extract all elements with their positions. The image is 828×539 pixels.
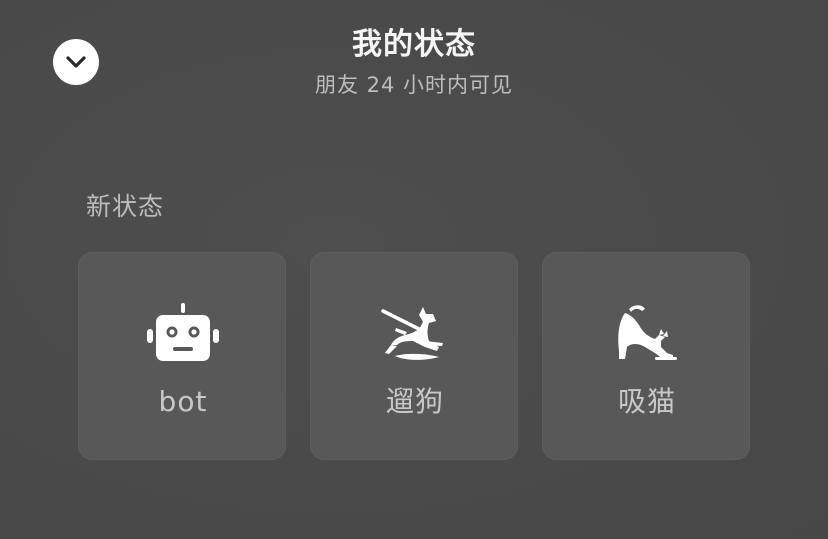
dog-walking-icon: [311, 301, 519, 365]
cat-stretch-icon: [543, 301, 751, 365]
status-screen: 我的状态 朋友 24 小时内可见 新状态 bot 遛狗 吸猫: [0, 0, 828, 539]
status-card-walk-dog[interactable]: 遛狗: [310, 252, 518, 460]
status-card-list: bot 遛狗 吸猫: [78, 252, 750, 460]
status-card-label: 吸猫: [617, 385, 676, 418]
robot-icon: [79, 301, 287, 365]
status-card-label: bot: [158, 385, 208, 418]
new-status-label: 新状态: [86, 192, 165, 221]
visibility-subtitle: 朋友 24 小时内可见: [314, 73, 514, 97]
status-card-pet-cat[interactable]: 吸猫: [542, 252, 750, 460]
status-card-bot[interactable]: bot: [78, 252, 286, 460]
page-title: 我的状态: [352, 27, 476, 62]
header: 我的状态 朋友 24 小时内可见: [0, 24, 828, 99]
status-card-label: 遛狗: [385, 385, 444, 418]
